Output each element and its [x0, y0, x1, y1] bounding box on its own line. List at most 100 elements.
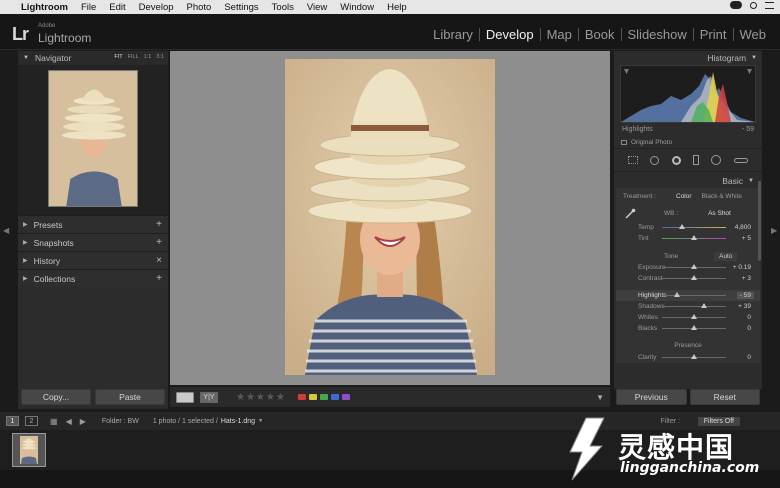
- temp-value[interactable]: 4,800: [735, 224, 751, 231]
- history-section[interactable]: ▶ History ×: [18, 251, 168, 269]
- color-label-blue[interactable]: [330, 394, 339, 400]
- module-map[interactable]: Map: [539, 28, 578, 41]
- contrast-value[interactable]: + 3: [742, 275, 751, 282]
- spot-removal-icon[interactable]: [650, 155, 660, 165]
- whites-value[interactable]: 0: [747, 314, 751, 321]
- clarity-slider[interactable]: Clarity 0: [616, 352, 760, 363]
- slider-knob[interactable]: [691, 264, 697, 269]
- snapshots-section[interactable]: ▶ Snapshots +: [18, 233, 168, 251]
- highlights-slider[interactable]: Highlights - 59: [616, 290, 760, 301]
- nav-mode-3-1[interactable]: 3:1: [156, 54, 164, 60]
- collections-section[interactable]: ▶ Collections +: [18, 269, 168, 287]
- module-print[interactable]: Print: [692, 28, 733, 41]
- previous-button[interactable]: Previous: [616, 389, 687, 405]
- temp-slider[interactable]: Temp 4,800: [616, 222, 760, 233]
- wb-select[interactable]: As Shot: [708, 210, 731, 217]
- reset-button[interactable]: Reset: [689, 389, 760, 405]
- loupe-view-icon[interactable]: [176, 391, 194, 403]
- forward-arrow-icon[interactable]: ▶: [80, 417, 86, 426]
- whites-slider[interactable]: Whites 0: [616, 312, 760, 323]
- highlights-value[interactable]: - 59: [736, 292, 754, 299]
- primary-window-button[interactable]: 1: [6, 416, 19, 426]
- file-dropdown-icon[interactable]: ▼: [258, 418, 263, 424]
- module-library[interactable]: Library: [427, 28, 479, 41]
- adjustment-brush-icon[interactable]: [733, 157, 748, 163]
- radial-filter-icon[interactable]: [711, 155, 722, 165]
- exposure-value[interactable]: + 0.19: [733, 264, 751, 271]
- image-canvas[interactable]: [170, 51, 610, 385]
- slider-track[interactable]: [662, 295, 726, 296]
- add-snapshot-icon[interactable]: +: [156, 237, 162, 248]
- left-panel-toggle-icon[interactable]: ◀: [3, 226, 9, 235]
- menu-tools[interactable]: Tools: [272, 2, 294, 13]
- navigator-preview[interactable]: [18, 65, 168, 215]
- main-photo[interactable]: [285, 59, 495, 375]
- menu-edit[interactable]: Edit: [109, 2, 125, 13]
- auto-tone-button[interactable]: Auto: [714, 251, 738, 261]
- menu-help[interactable]: Help: [387, 2, 407, 13]
- original-photo-row[interactable]: Original Photo: [614, 136, 762, 148]
- module-web[interactable]: Web: [732, 28, 773, 41]
- slider-knob[interactable]: [701, 303, 707, 308]
- navigator-header[interactable]: ▼ Navigator FIT FILL 1:1 3:1: [18, 51, 168, 65]
- tint-slider[interactable]: Tint + 5: [616, 233, 760, 244]
- shadows-slider[interactable]: Shadows + 39: [616, 301, 760, 312]
- file-name[interactable]: Hats-1.dng: [221, 418, 255, 425]
- right-panel-toggle-icon[interactable]: ▶: [771, 226, 777, 235]
- histogram-chart[interactable]: [620, 65, 756, 123]
- shadows-value[interactable]: + 39: [738, 303, 751, 310]
- menu-window[interactable]: Window: [340, 2, 374, 13]
- search-icon[interactable]: [750, 1, 757, 9]
- menu-list-icon[interactable]: [765, 1, 774, 9]
- color-label-purple[interactable]: [341, 394, 350, 400]
- color-label-yellow[interactable]: [308, 394, 317, 400]
- graduated-filter-icon[interactable]: [693, 155, 700, 165]
- slider-knob[interactable]: [691, 314, 697, 319]
- menu-app-name[interactable]: Lightroom: [21, 2, 68, 13]
- treatment-color-option[interactable]: Color: [676, 193, 692, 200]
- contrast-slider[interactable]: Contrast + 3: [616, 273, 760, 284]
- before-after-button[interactable]: Y|Y: [200, 391, 218, 403]
- clear-history-icon[interactable]: ×: [156, 255, 162, 266]
- menu-settings[interactable]: Settings: [224, 2, 258, 13]
- menu-photo[interactable]: Photo: [187, 2, 212, 13]
- slider-knob[interactable]: [691, 354, 697, 359]
- treatment-bw-option[interactable]: Black & White: [702, 193, 742, 200]
- menu-file[interactable]: File: [81, 2, 96, 13]
- add-preset-icon[interactable]: +: [156, 219, 162, 230]
- right-panel-scrollbar[interactable]: [758, 181, 761, 261]
- white-balance-dropper-icon[interactable]: [624, 207, 636, 219]
- slider-knob[interactable]: [691, 275, 697, 280]
- module-book[interactable]: Book: [577, 28, 621, 41]
- toolbar-menu-icon[interactable]: ▼: [596, 393, 604, 402]
- copy-button[interactable]: Copy...: [21, 389, 91, 405]
- blacks-slider[interactable]: Blacks 0: [616, 323, 760, 334]
- blacks-value[interactable]: 0: [747, 325, 751, 332]
- slider-track[interactable]: [662, 306, 726, 307]
- back-arrow-icon[interactable]: ◀: [66, 417, 72, 426]
- slider-knob[interactable]: [691, 235, 697, 240]
- menu-view[interactable]: View: [307, 2, 327, 13]
- navigator-thumbnail[interactable]: [48, 70, 138, 207]
- module-slideshow[interactable]: Slideshow: [620, 28, 693, 41]
- module-develop[interactable]: Develop: [478, 28, 540, 41]
- red-eye-icon[interactable]: [671, 155, 681, 165]
- slider-knob[interactable]: [674, 292, 680, 297]
- secondary-window-button[interactable]: 2: [25, 416, 38, 426]
- crop-icon[interactable]: [628, 156, 639, 164]
- tint-value[interactable]: + 5: [742, 235, 751, 242]
- add-collection-icon[interactable]: +: [156, 273, 162, 284]
- star-rating[interactable]: ★★★★★: [236, 392, 286, 403]
- slider-knob[interactable]: [679, 224, 685, 229]
- creative-cloud-icon[interactable]: [730, 1, 742, 9]
- menu-develop[interactable]: Develop: [139, 2, 174, 13]
- color-label-green[interactable]: [319, 394, 328, 400]
- folder-source[interactable]: Folder : BW: [102, 418, 139, 425]
- slider-track[interactable]: [662, 227, 726, 228]
- exposure-slider[interactable]: Exposure + 0.19: [616, 262, 760, 273]
- grid-icon[interactable]: ▦: [50, 417, 58, 426]
- slider-knob[interactable]: [691, 325, 697, 330]
- color-label-red[interactable]: [297, 394, 306, 400]
- nav-mode-1-1[interactable]: 1:1: [144, 54, 152, 60]
- filmstrip-thumbnail[interactable]: [12, 433, 46, 467]
